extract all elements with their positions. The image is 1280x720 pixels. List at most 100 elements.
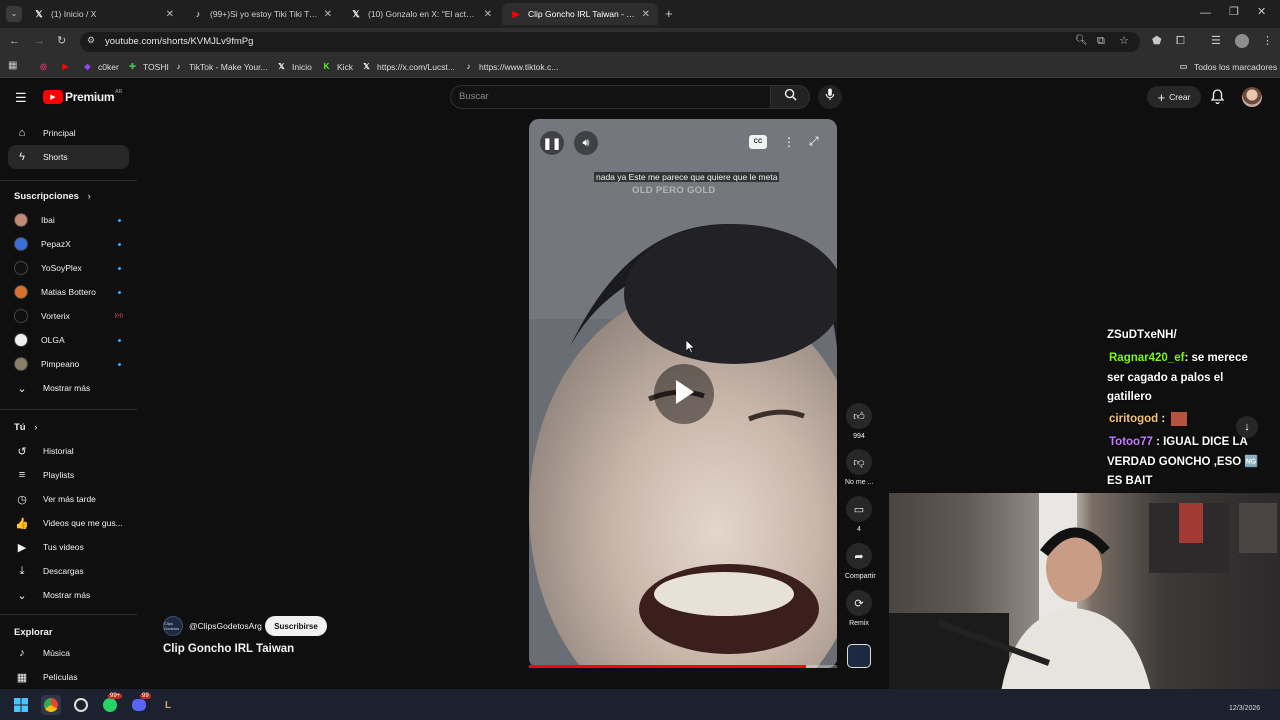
bookmark-star-icon[interactable]: ☆ (1119, 36, 1129, 47)
sidebar-item-principal[interactable]: ⌂ Principal (8, 121, 129, 145)
comments-action[interactable]: ▭ 4 (845, 496, 873, 533)
sidebar-item-clock[interactable]: ◷ Ver más tarde (8, 487, 129, 511)
bookmark-item[interactable]: K Kick (321, 61, 353, 72)
show-more-subscriptions[interactable]: ⌄ Mostrar más (8, 376, 129, 400)
browser-tab[interactable]: 𝕏 (10) Gonzalo en X: "El actor de ✕ (342, 3, 500, 25)
reload-icon[interactable]: ↻ (57, 36, 66, 47)
bookmark-item[interactable]: 𝕏 Inicio (276, 61, 312, 72)
subscription-item[interactable]: Pimpeano (8, 352, 129, 376)
bookmark-item[interactable]: ◎ (38, 61, 54, 72)
extensions-puzzle-icon[interactable]: ⧠ (1176, 36, 1185, 47)
sidebar-item-thumbs-up[interactable]: 👍 Videos que me gus... (8, 511, 129, 535)
sidebar-item-history[interactable]: ↺ Historial (8, 439, 129, 463)
forward-icon[interactable]: → (34, 36, 45, 47)
restore-window-icon[interactable]: ❐ (1229, 7, 1239, 18)
all-bookmarks-folder[interactable]: ▭ Todos los marcadores (1178, 61, 1277, 72)
bookmark-item[interactable]: 𝕏https://x.com/Lucst... (361, 61, 455, 72)
bookmark-item[interactable]: ♪ https://www.tiktok.c... (463, 61, 559, 72)
bookmark-item[interactable]: ◆ c0ker (82, 61, 119, 72)
search-button[interactable] (770, 85, 810, 109)
close-tab-icon[interactable]: ✕ (642, 9, 650, 20)
browser-tab[interactable]: ▶ Clip Goncho IRL Taiwan - YouTube ✕ (502, 3, 658, 25)
subscription-label: PepazX (41, 239, 71, 249)
sidebar-item-download[interactable]: ⤓ Descargas (8, 559, 129, 583)
media-control-icon[interactable]: ☰ (1211, 36, 1221, 47)
chrome-taskbar-icon[interactable] (41, 695, 61, 715)
league-taskbar-icon[interactable]: L (158, 695, 178, 715)
site-info-icon[interactable]: ⚙ (87, 36, 95, 45)
pause-icon: ❚❚ (542, 137, 562, 150)
channel-avatar (14, 357, 28, 371)
subscription-item[interactable]: PepazX (8, 232, 129, 256)
share-button[interactable]: ➦ (846, 543, 872, 569)
apps-grid-icon[interactable]: ▦ (8, 61, 17, 71)
like-button[interactable]: 👍︎ (846, 403, 872, 429)
back-icon[interactable]: ← (9, 36, 20, 47)
new-content-dot (118, 290, 121, 294)
show-more-you[interactable]: ⌄ Mostrar más (8, 583, 129, 607)
fullscreen-icon[interactable]: ⤢ (809, 134, 819, 149)
bookmark-item[interactable]: ♪ TikTok - Make Your... (173, 61, 268, 72)
subscription-item[interactable]: Ibai (8, 208, 129, 232)
play-button[interactable] (654, 364, 714, 424)
zoom-icon[interactable]: 🔍︎ (1075, 36, 1088, 46)
subscription-item[interactable]: Matias Bottero (8, 280, 129, 304)
subscription-item[interactable]: OLGA (8, 328, 129, 352)
subscriptions-heading[interactable]: Suscripciones › (14, 191, 91, 202)
minimize-window-icon[interactable]: — (1200, 8, 1211, 19)
close-tab-icon[interactable]: ✕ (166, 9, 174, 20)
tiktok-icon: ♪ (176, 62, 181, 71)
remix-button[interactable]: ⟳ (846, 590, 872, 616)
remix-action[interactable]: ⟳ Remix (845, 590, 873, 627)
sidebar-item-playlist[interactable]: ≡ Playlists (8, 463, 129, 487)
sidebar-item-video[interactable]: ▶ Tus videos (8, 535, 129, 559)
captions-button[interactable]: CC (749, 135, 767, 149)
video-more-options-icon[interactable]: ⋮ (783, 135, 795, 149)
bookmark-item[interactable]: ▶ (60, 61, 76, 72)
share-action[interactable]: ➦ Compartir (845, 543, 876, 580)
browser-menu-icon[interactable]: ⋮ (1262, 36, 1273, 47)
browser-tab[interactable]: ♪ (99+)Si yo estoy Tiki Tiki Tiki 🤬 ✕ (184, 3, 340, 25)
sidebar-item-film[interactable]: ▦ Películas (8, 665, 129, 689)
volume-button[interactable]: 🔊︎ (574, 131, 598, 155)
profile-avatar-icon[interactable] (1235, 34, 1249, 48)
voice-search-button[interactable] (818, 85, 842, 109)
chat-username: Totoo77 (1109, 436, 1153, 448)
youtube-logo[interactable]: ▶ Premium AR (43, 89, 122, 104)
close-window-icon[interactable]: ✕ (1257, 7, 1266, 18)
extension-shield-icon[interactable]: ⬟ (1152, 36, 1162, 47)
subscribe-button[interactable]: Suscribirse (265, 616, 327, 636)
obs-taskbar-icon[interactable] (71, 695, 91, 715)
search-input[interactable] (450, 85, 771, 109)
pause-button[interactable]: ❚❚ (540, 131, 564, 155)
like-action[interactable]: 👍︎ 994 (845, 403, 873, 440)
dislike-button[interactable]: 👎︎ (846, 449, 872, 475)
scroll-down-button[interactable]: ↓ (1236, 416, 1258, 438)
account-avatar[interactable] (1242, 87, 1262, 107)
bookmark-label: c0ker (98, 61, 119, 72)
install-app-icon[interactable]: ⧉ (1097, 36, 1105, 47)
sidebar-item-label: Música (43, 648, 70, 658)
create-button[interactable]: + Crear (1147, 86, 1201, 108)
bookmark-item[interactable]: ✚ TOSHI (127, 61, 169, 72)
url-text[interactable]: youtube.com/shorts/KVMJLv9fmPg (105, 36, 253, 47)
sidebar-item-music[interactable]: ♪ Música (8, 641, 129, 665)
new-tab-button[interactable]: + (665, 7, 673, 20)
subscription-item[interactable]: YoSoyPlex (8, 256, 129, 280)
comments-button[interactable]: ▭ (846, 496, 872, 522)
sidebar-item-shorts[interactable]: ϟ Shorts (8, 145, 129, 169)
close-tab-icon[interactable]: ✕ (324, 9, 332, 20)
windows-start-icon[interactable] (11, 695, 31, 715)
subscription-item[interactable]: Vorterix ((•)) (8, 304, 129, 328)
channel-avatar[interactable]: Clips Godetos (163, 616, 183, 636)
tab-search-icon[interactable]: ⌄ (6, 6, 22, 22)
close-tab-icon[interactable]: ✕ (484, 9, 492, 20)
notifications-bell-icon[interactable] (1210, 89, 1225, 109)
dislike-action[interactable]: 👎︎ No me ... (845, 449, 873, 486)
hamburger-menu-icon[interactable]: ☰ (15, 90, 27, 106)
you-heading[interactable]: Tú › (14, 422, 37, 433)
channel-handle[interactable]: @ClipsGodetosArg (189, 621, 262, 631)
video-progress-bar[interactable] (529, 665, 837, 668)
browser-tab[interactable]: 𝕏 (1) Inicio / X ✕ (25, 3, 182, 25)
sound-thumbnail[interactable] (847, 644, 871, 668)
